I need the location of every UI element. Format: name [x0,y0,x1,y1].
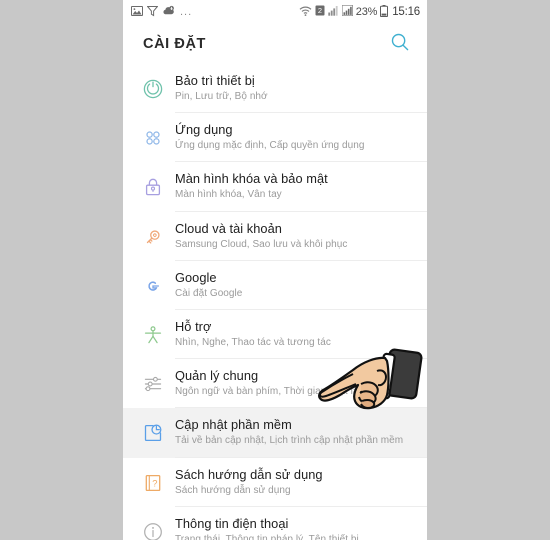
settings-row-subtitle: Ngôn ngữ và bàn phím, Thời gian, Đặt lại [175,386,361,398]
battery-icon [380,4,389,20]
settings-row-text: Màn hình khóa và bảo mật Màn hình khóa, … [175,162,427,202]
settings-row-google[interactable]: Google Cài đặt Google [123,261,427,310]
cloud-download-icon [162,5,175,20]
settings-row-text: Google Cài đặt Google [175,261,427,301]
settings-row-lock-screen-security[interactable]: Màn hình khóa và bảo mật Màn hình khóa, … [123,162,427,212]
phone-screen: ... 2 23% 15:16 CÀI ĐẶT Bảo trì thiết bị… [123,0,427,540]
settings-row-subtitle: Pin, Lưu trữ, Bộ nhớ [175,91,268,102]
settings-row-maintenance[interactable]: Bảo trì thiết bị Pin, Lưu trữ, Bộ nhớ [123,64,427,114]
page-title: CÀI ĐẶT [143,36,206,52]
settings-row-cloud-accounts[interactable]: Cloud và tài khoản Samsung Cloud, Sao lư… [123,212,427,261]
lock-icon [131,165,175,209]
settings-row-text: Thông tin điện thoại Trạng thái, Thông t… [175,507,427,540]
settings-row-subtitle: Cài đặt Google [175,287,243,299]
settings-row-title: Thông tin điện thoại [175,515,289,531]
settings-row-text: Quản lý chung Ngôn ngữ và bàn phím, Thời… [175,359,427,399]
filter-icon [146,5,159,20]
settings-row-user-manual[interactable]: ? Sách hướng dẫn sử dụng Sách hướng dẫn … [123,458,427,507]
sim-2-icon: 2 [315,5,325,19]
search-button[interactable] [387,31,413,57]
signal-bars-icon [328,5,339,19]
svg-text:2: 2 [318,6,322,15]
wifi-icon [299,5,312,20]
settings-row-subtitle: Ứng dụng mặc định, Cấp quyền ứng dụng [175,140,365,152]
image-icon [131,5,143,20]
manual-book-icon: ? [131,461,175,505]
settings-row-text: Cập nhật phần mềm Tải về bản cập nhật, L… [175,408,427,448]
key-icon [131,215,175,259]
settings-row-about-phone[interactable]: Thông tin điện thoại Trạng thái, Thông t… [123,507,427,540]
settings-row-title: Màn hình khóa và bảo mật [175,171,328,187]
settings-row-text: Sách hướng dẫn sử dụng Sách hướng dẫn sử… [175,458,427,498]
search-icon [390,32,410,57]
battery-percent-label: 23% [355,6,378,18]
settings-row-text: Cloud và tài khoản Samsung Cloud, Sao lư… [175,212,427,252]
status-overflow-dots: ... [180,5,193,18]
settings-row-subtitle: Nhìn, Nghe, Thao tác và tương tác [175,336,331,348]
settings-row-title: Cập nhật phần mềm [175,417,292,433]
svg-text:?: ? [152,477,157,488]
software-update-icon [131,411,175,455]
status-bar: ... 2 23% 15:16 [123,0,427,24]
info-circle-icon [131,510,175,540]
settings-row-title: Quản lý chung [175,368,259,384]
apps-grid-icon [131,116,175,160]
app-bar: CÀI ĐẶT [123,24,427,64]
device-maintenance-icon [131,67,175,111]
settings-row-title: Hỗ trợ [175,318,212,334]
signal-bars-2-icon [341,4,353,19]
settings-list: Bảo trì thiết bị Pin, Lưu trữ, Bộ nhớ Ứn… [123,64,427,540]
status-bar-right-icons: 2 23% 15:16 [299,4,420,20]
sliders-icon [131,362,175,406]
settings-row-subtitle: Samsung Cloud, Sao lưu và khôi phục [175,238,348,250]
settings-row-text: Hỗ trợ Nhìn, Nghe, Thao tác và tương tác [175,310,427,350]
settings-row-text: Bảo trì thiết bị Pin, Lưu trữ, Bộ nhớ [175,64,427,104]
settings-row-subtitle: Sách hướng dẫn sử dụng [175,484,291,496]
settings-row-software-update[interactable]: Cập nhật phần mềm Tải về bản cập nhật, L… [123,408,427,458]
settings-row-title: Cloud và tài khoản [175,220,282,236]
settings-row-subtitle: Màn hình khóa, Vân tay [175,189,282,201]
settings-row-subtitle: Tải về bản cập nhật, Lịch trình cập nhật… [175,435,404,447]
settings-row-subtitle: Trạng thái, Thông tin pháp lý, Tên thiết… [175,533,359,540]
settings-row-title: Ứng dụng [175,122,233,138]
accessibility-person-icon [131,313,175,357]
settings-row-title: Google [175,269,217,285]
settings-row-text: Ứng dụng Ứng dụng mặc định, Cấp quyền ứn… [175,113,427,153]
settings-row-general-management[interactable]: Quản lý chung Ngôn ngữ và bàn phím, Thời… [123,359,427,409]
settings-row-applications[interactable]: Ứng dụng Ứng dụng mặc định, Cấp quyền ứn… [123,113,427,163]
status-bar-left-icons: ... [131,5,299,20]
settings-row-title: Sách hướng dẫn sử dụng [175,466,323,482]
status-clock: 15:16 [392,6,420,18]
google-g-icon [131,264,175,308]
settings-row-title: Bảo trì thiết bị [175,73,255,88]
settings-row-accessibility[interactable]: Hỗ trợ Nhìn, Nghe, Thao tác và tương tác [123,310,427,360]
